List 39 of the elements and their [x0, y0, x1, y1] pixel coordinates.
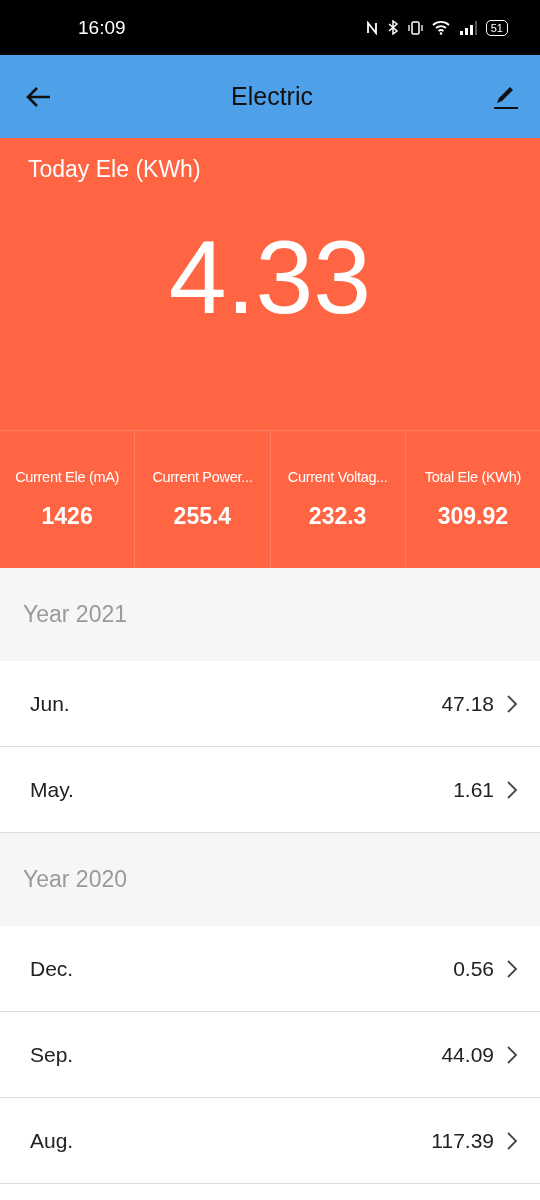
month-row[interactable]: Sep. 44.09 [0, 1012, 540, 1098]
chevron-icon [506, 1044, 518, 1065]
signal-icon [459, 20, 478, 35]
month-label: Aug. [30, 1128, 75, 1153]
chevron-icon [506, 779, 518, 800]
stat-value: 232.3 [308, 503, 367, 530]
nfc-icon [364, 20, 379, 35]
month-value: 47.18 [441, 691, 494, 716]
bluetooth-icon [386, 20, 399, 35]
stat-value: 255.4 [173, 503, 232, 530]
stat-label: Current Power... [152, 469, 253, 485]
month-value: 44.09 [441, 1042, 494, 1067]
chevron-icon [506, 1130, 518, 1151]
month-label: Sep. [30, 1042, 75, 1067]
month-value: 117.39 [431, 1128, 494, 1153]
stat-value: 309.92 [437, 503, 509, 530]
year-title: Year 2020 [23, 866, 128, 893]
wifi-icon [431, 20, 452, 35]
month-value: 0.56 [453, 956, 494, 981]
month-value: 1.61 [453, 777, 494, 802]
battery-indicator: 51 [485, 19, 508, 36]
month-label: Dec. [30, 956, 75, 981]
chevron-icon [506, 958, 518, 979]
clock: 16:09 [78, 16, 126, 39]
today-value: 4.33 [168, 225, 372, 329]
month-label: May. [30, 777, 75, 802]
chevron-icon [506, 693, 518, 714]
today-label: Today Ele (KWh) [27, 155, 201, 183]
stat-label: Total Ele (KWh) [424, 469, 521, 485]
screen-title: Electric [231, 82, 313, 111]
stat-label: Current Voltag... [287, 469, 388, 485]
stat-value: 1426 [41, 503, 93, 530]
stat-label: Current Ele (mA) [15, 469, 120, 485]
month-label: Jun. [30, 691, 71, 716]
vibrate-icon [406, 20, 424, 35]
month-row[interactable]: Dec. 0.56 [0, 926, 540, 1012]
year-title: Year 2021 [23, 601, 128, 628]
month-row[interactable]: Aug. 117.39 [0, 1098, 540, 1184]
month-row[interactable]: Jun. 47.18 [0, 661, 540, 747]
